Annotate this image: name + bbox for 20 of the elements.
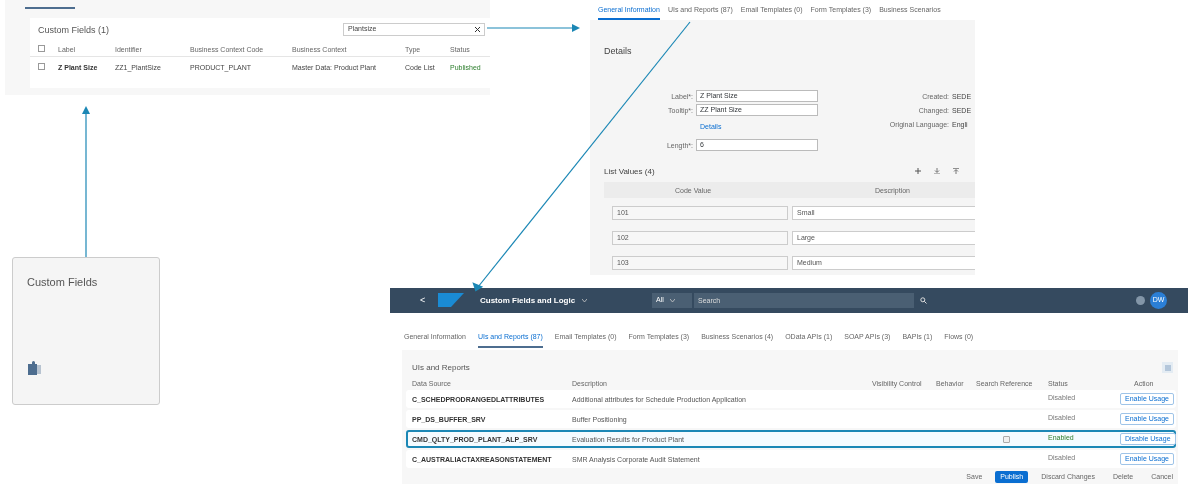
select-all-checkbox[interactable] — [38, 45, 45, 52]
section-title: Details — [604, 45, 632, 58]
logo-icon — [438, 293, 464, 307]
section-title: List Values (4) — [604, 166, 655, 178]
upload-icon[interactable] — [953, 168, 959, 174]
puzzle-icon — [27, 361, 43, 377]
help-icon[interactable] — [1136, 296, 1145, 305]
search-reference-checkbox[interactable] — [1003, 436, 1010, 443]
dropdown-icon — [669, 299, 675, 302]
back-button[interactable]: < — [420, 294, 426, 308]
dropdown-icon[interactable] — [582, 299, 587, 302]
clear-icon[interactable] — [475, 27, 480, 32]
app-title: Custom Fields and Logic — [480, 295, 576, 307]
search-icon[interactable] — [920, 297, 927, 304]
add-icon[interactable] — [915, 168, 921, 174]
row-checkbox[interactable] — [38, 63, 45, 70]
download-icon[interactable] — [934, 168, 940, 174]
table-title: Custom Fields (1) — [38, 24, 109, 37]
section-title: UIs and Reports — [412, 362, 470, 374]
app-tile[interactable]: Custom Fields — [12, 257, 160, 405]
